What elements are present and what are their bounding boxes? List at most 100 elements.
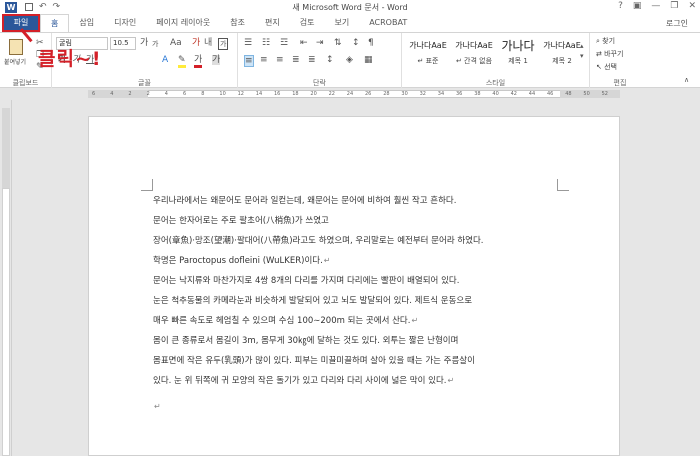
borders-icon[interactable]: ▦ (364, 55, 373, 65)
clear-format-icon[interactable]: 가 (192, 38, 200, 48)
style-heading1-sample: 가나다 (501, 39, 535, 53)
ruler-tick: 46 (547, 91, 554, 97)
style-no-spacing[interactable]: 가나다AaE ↵ 간격 없음 (452, 36, 496, 72)
shrink-font-icon[interactable]: 가 (152, 39, 158, 49)
vertical-ruler[interactable] (0, 100, 12, 456)
tab-page-layout[interactable]: 페이지 레이아웃 (146, 14, 220, 32)
tab-insert[interactable]: 삽입 (69, 14, 104, 32)
ruler-tick: 20 (310, 91, 317, 97)
restore-icon[interactable]: ❐ (670, 1, 678, 11)
ruler-tick: 30 (401, 91, 408, 97)
numbering-icon[interactable]: ☷ (262, 38, 270, 48)
distribute-icon[interactable]: ≣ (308, 55, 316, 65)
ribbon-home: 붙여넣기 ✂ ❐ ✎ 클립보드 굴림 10.5 가 가 Aa 가 내 가 가 가… (0, 32, 700, 89)
change-case-icon[interactable]: Aa (170, 38, 182, 48)
editing-group: ⌕ 찾기 ⇄ 바꾸기 ↖ 선택 편집 (590, 33, 650, 89)
login-link[interactable]: 로그인 (666, 18, 688, 29)
multilevel-icon[interactable]: ☲ (280, 38, 288, 48)
paragraph-1[interactable]: 우리나라에서는 왜문어도 문어라 일컫는데, 왜문어는 문어에 비하여 훨씬 작… (153, 191, 484, 271)
ruler-tick: 12 (237, 91, 244, 97)
decrease-indent-icon[interactable]: ⇤ (300, 38, 308, 48)
save-icon[interactable] (25, 3, 33, 11)
tab-review[interactable]: 검토 (290, 14, 325, 32)
style-heading2[interactable]: 가나다AaE 제목 2 (540, 36, 584, 72)
style-heading1[interactable]: 가나다 제목 1 (496, 36, 540, 72)
replace-button[interactable]: ⇄ 바꾸기 (596, 49, 623, 59)
paragraph-mark: ↵ (447, 376, 455, 385)
collapse-ribbon-icon[interactable]: ∧ (684, 75, 689, 85)
clipboard-icon (9, 39, 23, 55)
align-center-icon[interactable]: ≡ (260, 55, 268, 65)
empty-paragraph[interactable]: ↵ (153, 397, 161, 417)
grow-font-icon[interactable]: 가 (140, 38, 148, 48)
style-no-spacing-sample: 가나다AaE (455, 41, 493, 50)
tab-mailings[interactable]: 편지 (255, 14, 290, 32)
tab-home[interactable]: 홈 (40, 14, 70, 32)
find-button[interactable]: ⌕ 찾기 (596, 36, 615, 46)
highlight-icon[interactable]: ✎ (178, 55, 186, 68)
shading-icon[interactable]: 가 (212, 55, 221, 65)
paste-label: 붙여넣기 (4, 59, 27, 66)
ruler-tick: 4 (110, 91, 114, 97)
ruler-tick: 28 (383, 91, 390, 97)
ruler-tick: 38 (474, 91, 481, 97)
styles-group-label: 스타일 (485, 79, 506, 87)
document-page[interactable]: 우리나라에서는 왜문어도 문어라 일컫는데, 왜문어는 문어에 비하여 훨씬 작… (88, 116, 620, 456)
line-spacing-icon[interactable]: ↕ (326, 55, 334, 65)
tab-view[interactable]: 보기 (324, 14, 359, 32)
para3-line3-text: 있다. 눈 위 뒤쪽에 귀 모양의 작은 돌기가 있고 다리와 다리 사이에 넓… (153, 376, 447, 386)
window-title: 새 Microsoft Word 문서 - Word (292, 3, 408, 12)
help-icon[interactable]: ? (618, 1, 623, 11)
word-app-icon[interactable]: W (5, 1, 17, 13)
pilcrow-icon[interactable]: ¶ (368, 38, 374, 48)
ruler-tick: 6 (92, 91, 96, 97)
ribbon-display-icon[interactable]: ▣ (633, 1, 642, 11)
styles-scroll-icon[interactable]: ▴ ▾ (580, 41, 584, 61)
ruler-tick: 44 (528, 91, 536, 97)
ruler-tick: 6 (183, 91, 187, 97)
ruler-tick: 34 (437, 91, 445, 97)
close-icon[interactable]: ✕ (688, 1, 696, 11)
ruler-tick: 2 (128, 91, 132, 97)
styles-group: 가나다AaE ↵ 표준 가나다AaE ↵ 간격 없음 가나다 제목 1 가나다A… (402, 33, 590, 89)
text-effects-icon[interactable]: A (162, 55, 168, 65)
bullets-icon[interactable]: ☰ (244, 38, 252, 48)
horizontal-ruler[interactable]: 6 4 2 2 4 6 8 10 12 14 16 18 20 22 24 26 28 30 32 34 36 38 40 4… (0, 88, 700, 100)
redo-icon[interactable]: ↷ (53, 2, 61, 12)
select-button[interactable]: ↖ 선택 (596, 62, 617, 72)
editing-group-label: 편집 (613, 79, 627, 87)
paragraph-3[interactable]: 몸이 큰 종류로서 몸길이 3m, 몸무게 30㎏에 달하는 것도 있다. 외투… (153, 331, 475, 391)
increase-indent-icon[interactable]: ⇥ (316, 38, 324, 48)
paragraph-2[interactable]: 문어는 낙지류와 마찬가지로 4쌍 8개의 다리를 가지며 다리에는 빨판이 배… (153, 271, 472, 331)
ribbon-tabs: 파일 홈 삽입 디자인 페이지 레이아웃 참조 편지 검토 보기 ACROBAT… (0, 14, 700, 32)
para2-line3-text: 매우 빠른 속도로 헤엄칠 수 있으며 수심 100∼200m 되는 곳에서 산… (153, 316, 411, 326)
tab-design[interactable]: 디자인 (104, 14, 146, 32)
align-right-icon[interactable]: ≡ (276, 55, 284, 65)
phonetic-guide-icon[interactable]: 내 (204, 38, 212, 48)
char-border-icon[interactable]: 가 (218, 38, 229, 50)
tab-references[interactable]: 참조 (220, 14, 255, 32)
paragraph-mark: ↵ (411, 316, 419, 325)
undo-icon[interactable]: ↶ (39, 2, 47, 12)
paragraph-group: ☰ ☷ ☲ ⇤ ⇥ ⇅ ↕ ¶ ≡ ≡ ≡ ≣ ≣ ↕ ◈ ▦ 단락 (238, 33, 402, 89)
align-left-icon[interactable]: ≡ (244, 55, 254, 67)
paste-button[interactable]: 붙여넣기 (4, 37, 28, 69)
text-direction-icon[interactable]: ⇅ (334, 38, 342, 48)
select-label: 선택 (604, 63, 617, 71)
tab-acrobat[interactable]: ACROBAT (359, 14, 417, 32)
paragraph-mark: ↵ (154, 402, 161, 411)
title-bar: W ↶ ↷ 새 Microsoft Word 문서 - Word ? ▣ — ❐… (0, 0, 700, 14)
style-heading2-name: 제목 2 (552, 57, 572, 65)
paragraph-shading-icon[interactable]: ◈ (346, 55, 353, 65)
para2-line1: 문어는 낙지류와 마찬가지로 4쌍 8개의 다리를 가지며 다리에는 빨판이 배… (153, 276, 460, 286)
ruler-tick: 14 (255, 91, 263, 97)
justify-icon[interactable]: ≣ (292, 55, 300, 65)
ruler-tick: 52 (601, 91, 608, 97)
minimize-icon[interactable]: — (651, 1, 660, 11)
style-normal[interactable]: 가나다AaE ↵ 표준 (406, 36, 450, 72)
ruler-tick: 32 (419, 91, 426, 97)
ruler-tick: 26 (365, 91, 372, 97)
font-size-input[interactable]: 10.5 (110, 37, 136, 50)
sort-icon[interactable]: ↕ (352, 38, 360, 48)
font-color-icon[interactable]: 가 (194, 55, 203, 68)
